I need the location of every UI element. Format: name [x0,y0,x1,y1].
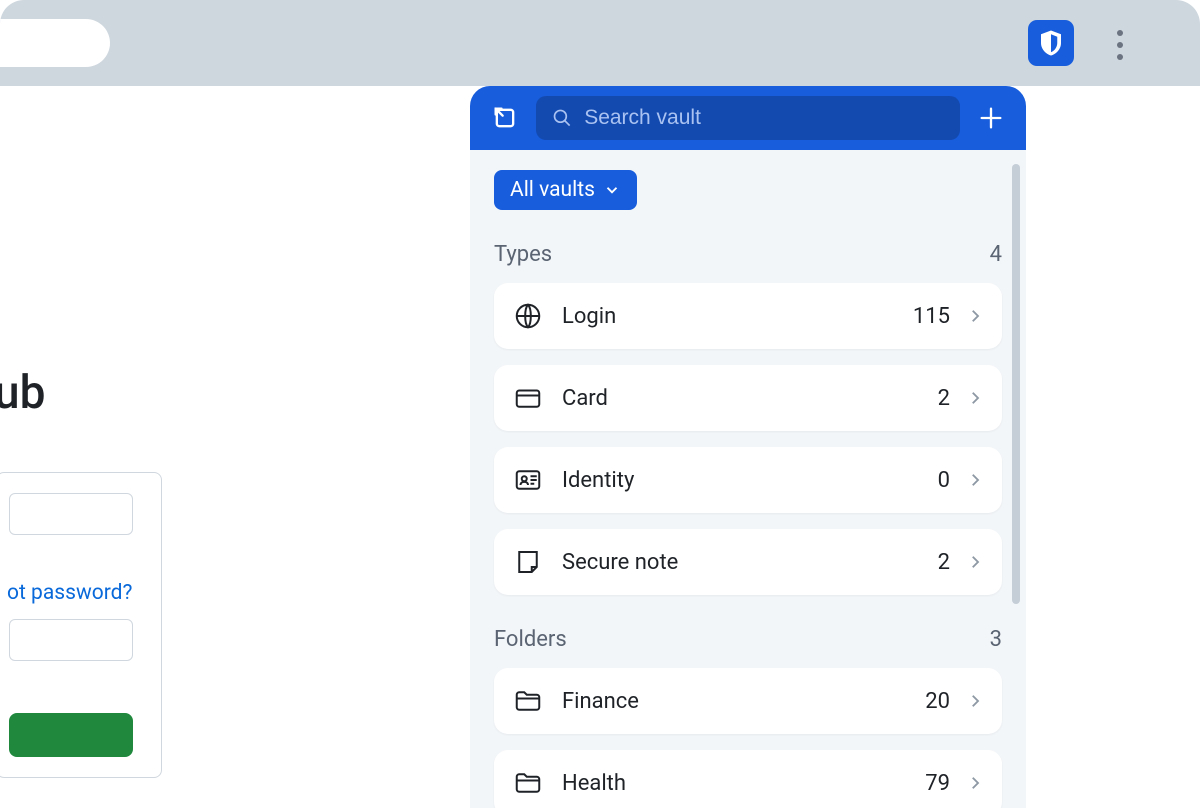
type-row-card[interactable]: Card 2 [494,365,1002,431]
folders-label: Folders [494,627,567,652]
popup-header [470,86,1026,150]
add-item-button[interactable] [974,101,1008,135]
item-count: 115 [913,304,950,329]
folder-icon [512,767,544,799]
type-row-identity[interactable]: Identity 0 [494,447,1002,513]
username-field[interactable] [9,493,133,535]
item-count: 20 [925,689,950,714]
folders-section-header: Folders 3 [494,627,1002,652]
type-row-secure-note[interactable]: Secure note 2 [494,529,1002,595]
identity-icon [512,464,544,496]
type-row-login[interactable]: Login 115 [494,283,1002,349]
vault-filter-label: All vaults [510,178,595,202]
folder-row-health[interactable]: Health 79 [494,750,1002,808]
types-label: Types [494,242,552,267]
browser-toolbar [0,0,1200,86]
vault-filter-dropdown[interactable]: All vaults [494,170,637,210]
forgot-password-link[interactable]: ot password? [7,575,161,611]
chevron-down-icon [603,181,621,199]
folder-icon [512,685,544,717]
chevron-right-icon [966,307,984,325]
search-box[interactable] [536,96,960,140]
chevron-right-icon [966,389,984,407]
item-label: Identity [562,468,938,493]
plus-icon [977,104,1005,132]
popout-icon [491,104,519,132]
types-section-header: Types 4 [494,242,1002,267]
chevron-right-icon [966,553,984,571]
note-icon [512,546,544,578]
item-label: Health [562,771,925,796]
item-count: 2 [938,386,950,411]
browser-menu-button[interactable] [1108,24,1132,66]
types-count: 4 [990,242,1002,267]
url-bar[interactable] [0,19,110,67]
folder-row-finance[interactable]: Finance 20 [494,668,1002,734]
extension-popup: All vaults Types 4 Login 115 [470,86,1026,808]
signin-button[interactable] [9,713,133,757]
password-field[interactable] [9,619,133,661]
shield-icon [1036,28,1066,58]
chevron-right-icon [966,774,984,792]
page-logo-text: ub [0,366,470,420]
item-count: 79 [925,771,950,796]
popout-button[interactable] [488,101,522,135]
item-label: Finance [562,689,925,714]
search-icon [552,107,572,129]
item-count: 0 [938,468,950,493]
chevron-right-icon [966,471,984,489]
chevron-right-icon [966,692,984,710]
item-label: Secure note [562,550,938,575]
item-label: Card [562,386,938,411]
item-count: 2 [938,550,950,575]
popup-body: All vaults Types 4 Login 115 [470,150,1026,808]
globe-icon [512,300,544,332]
background-page: ub ot password? [0,86,470,778]
folders-count: 3 [990,627,1002,652]
extension-shield-icon[interactable] [1028,20,1074,66]
scrollbar[interactable] [1012,164,1020,604]
card-icon [512,382,544,414]
login-form: ot password? [0,472,162,778]
item-label: Login [562,304,913,329]
search-input[interactable] [584,106,944,130]
